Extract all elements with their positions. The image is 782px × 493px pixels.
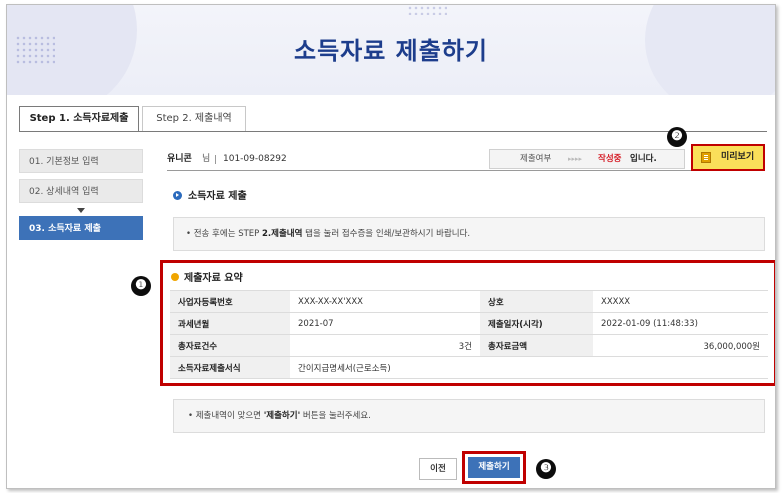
- notice-bold: '제출하기': [263, 411, 301, 421]
- chevron-down-icon: [77, 208, 85, 213]
- table-row: 과세년월 2021-07 제출일자(시각) 2022-01-09 (11:48:…: [170, 312, 768, 335]
- submission-summary: 제출자료 요약 사업자등록번호 XXX-XX-XX'XXX 상호 XXXXX 과…: [160, 260, 775, 386]
- marker-3: ❸: [536, 459, 556, 479]
- cell-value: XXXXX: [593, 290, 768, 313]
- business-id: 101-09-08292: [223, 154, 287, 164]
- cell-label: 총자료건수: [170, 334, 290, 357]
- sidebar-item-detail[interactable]: 02. 상세내역 입력: [19, 179, 143, 203]
- page-header: 소득자료 제출하기: [7, 5, 775, 95]
- document-icon: [701, 152, 711, 163]
- play-circle-icon: [173, 191, 182, 200]
- submit-button-highlight: 제출하기: [462, 451, 526, 484]
- tab-step2[interactable]: Step 2. 제출내역: [142, 106, 246, 132]
- notice-text: 제출내역이 맞으면: [195, 411, 264, 421]
- user-suffix: 님: [202, 154, 211, 164]
- cell-value: XXX-XX-XX'XXX: [290, 290, 480, 313]
- status-arrows-icon: ▸▸▸▸: [568, 155, 583, 163]
- section-title-text: 소득자료 제출: [188, 191, 247, 202]
- cell-value: 3건: [290, 334, 480, 357]
- cell-value: 2022-01-09 (11:48:33): [593, 312, 768, 335]
- page-title: 소득자료 제출하기: [294, 37, 488, 65]
- cell-label: 제출일자(시각): [480, 312, 593, 335]
- preview-button[interactable]: 미리보기: [691, 144, 765, 171]
- status-suffix: 입니다.: [630, 154, 657, 164]
- marker-2: ❷: [667, 127, 687, 147]
- summary-title-text: 제출자료 요약: [184, 273, 243, 284]
- decor-dots: [407, 5, 447, 15]
- notice-box: • 전송 후에는 STEP 2.제출내역 탭을 눌러 접수증을 인쇄/보관하시기…: [173, 217, 765, 251]
- tab-underline: [19, 131, 767, 132]
- cell-value: 36,000,000원: [593, 334, 768, 357]
- submission-status: 제출여부 ▸▸▸▸ 작성중 입니다.: [489, 149, 685, 169]
- marker-1: ❶: [131, 276, 151, 296]
- user-info-row: 유니콘 님 101-09-08292 제출여부 ▸▸▸▸ 작성중 입니다. 미리…: [167, 144, 765, 171]
- user-name: 유니콘: [167, 154, 192, 164]
- submit-button[interactable]: 제출하기: [468, 457, 520, 478]
- tab-step1[interactable]: Step 1. 소득자료제출: [19, 106, 139, 132]
- preview-button-label: 미리보기: [721, 152, 755, 162]
- notice-text: 버튼을 눌러주세요.: [300, 411, 371, 421]
- notice-text: 탭을 눌러 접수증을 인쇄/보관하시기 바랍니다.: [302, 229, 471, 239]
- sidebar-item-submit[interactable]: 03. 소득자료 제출: [19, 216, 143, 240]
- summary-table: 사업자등록번호 XXX-XX-XX'XXX 상호 XXXXX 과세년월 2021…: [170, 290, 768, 379]
- cell-label: 상호: [480, 290, 593, 313]
- cell-label: 소득자료제출서식: [170, 356, 290, 379]
- cell-label: 총자료금액: [480, 334, 593, 357]
- table-row: 사업자등록번호 XXX-XX-XX'XXX 상호 XXXXX: [170, 290, 768, 313]
- cell-value: 간이지급명세서(근로소득): [290, 356, 768, 379]
- notice-text: 전송 후에는 STEP: [193, 229, 263, 239]
- summary-title: 제출자료 요약: [171, 269, 243, 284]
- notice-bold: 2.제출내역: [262, 229, 303, 239]
- divider: [215, 155, 216, 164]
- bullet-icon: [171, 273, 179, 281]
- section-title: 소득자료 제출: [173, 187, 247, 202]
- table-row: 소득자료제출서식 간이지급명세서(근로소득): [170, 356, 768, 379]
- cell-label: 사업자등록번호: [170, 290, 290, 313]
- cell-label: 과세년월: [170, 312, 290, 335]
- status-label: 제출여부: [520, 154, 552, 164]
- notice-box: • 제출내역이 맞으면 '제출하기' 버튼을 눌러주세요.: [173, 399, 765, 433]
- app-window: 소득자료 제출하기 Step 1. 소득자료제출 Step 2. 제출내역 01…: [6, 4, 776, 489]
- status-value: 작성중: [598, 154, 622, 164]
- sidebar-item-basic-info[interactable]: 01. 기본정보 입력: [19, 149, 143, 173]
- prev-button[interactable]: 이전: [419, 458, 457, 480]
- cell-value: 2021-07: [290, 312, 480, 335]
- table-row: 총자료건수 3건 총자료금액 36,000,000원: [170, 334, 768, 357]
